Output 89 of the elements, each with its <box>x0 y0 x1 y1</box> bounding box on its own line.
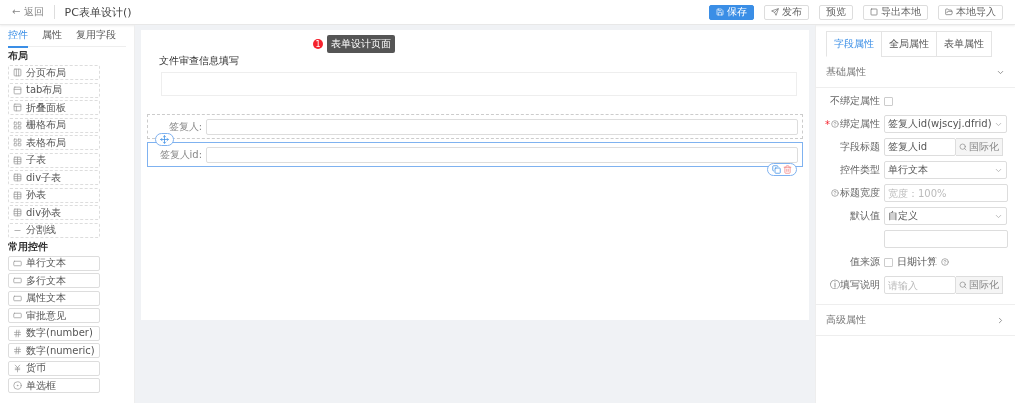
input-field[interactable]: 宽度：100% <box>884 184 1008 202</box>
field-label: 不绑定属性 <box>830 94 880 108</box>
component-item[interactable]: div子表 <box>8 170 100 185</box>
tab-icon <box>13 85 22 95</box>
number-icon <box>13 346 22 355</box>
component-item[interactable]: 审批意见 <box>8 308 100 323</box>
table-icon <box>13 190 22 200</box>
component-item[interactable]: 属性文本 <box>8 290 100 306</box>
send-icon <box>771 8 779 16</box>
tooltip: 表单设计页面 <box>327 35 395 53</box>
field-label: 控件类型 <box>840 163 880 177</box>
component-item[interactable]: 表格布局 <box>8 135 100 150</box>
component-item[interactable]: 数字(number) <box>8 325 100 341</box>
toolbar-button[interactable]: 本地导入 <box>938 4 1003 20</box>
panel-tab[interactable]: 字段属性 <box>826 31 882 57</box>
component-item[interactable]: 多行文本 <box>8 273 100 288</box>
copy-icon[interactable] <box>772 165 781 174</box>
group-title: 常用控件 <box>8 239 49 254</box>
page-title: PC表单设计() <box>64 4 133 20</box>
section-header[interactable]: 基础属性 <box>816 57 1015 88</box>
checkbox[interactable] <box>884 96 893 106</box>
number-icon <box>13 328 22 338</box>
component-item[interactable]: 子表 <box>8 152 100 168</box>
toolbar-button[interactable]: 发布 <box>764 4 809 20</box>
field-label: 签复人id: <box>158 147 202 162</box>
component-item[interactable]: 孙表 <box>8 187 100 203</box>
table-icon <box>13 173 22 182</box>
input-field[interactable] <box>884 230 1008 248</box>
search-icon <box>959 281 967 289</box>
select-field[interactable]: 签复人id(wjscyj.dfrid) <box>884 115 1007 133</box>
panel-tab[interactable]: 属性 <box>42 25 62 48</box>
panel-tab[interactable]: 表单属性 <box>936 31 992 57</box>
section-title: 文件审查信息填写 <box>159 54 240 68</box>
section-header[interactable]: 高级属性 <box>816 305 1015 336</box>
required-mark: * <box>825 118 830 130</box>
field-label: 绑定属性 <box>840 117 880 131</box>
grid-icon <box>13 120 22 130</box>
panel-tab[interactable]: 全局属性 <box>881 31 937 57</box>
search-icon <box>959 143 967 151</box>
field-label: 字段标题 <box>840 140 880 154</box>
yen-icon <box>13 363 22 373</box>
component-item[interactable]: 分页布局 <box>8 65 100 80</box>
checkbox-label: 日期计算 <box>897 255 937 269</box>
select-field[interactable]: 自定义 <box>884 207 1007 225</box>
row-actions[interactable] <box>767 163 797 176</box>
group-title: 布局 <box>8 49 29 63</box>
back-link[interactable]: ← 返回 <box>12 5 55 19</box>
toolbar-button[interactable]: 导出本地 <box>863 4 928 20</box>
grid-icon <box>13 138 22 147</box>
component-item[interactable]: 栅格布局 <box>8 117 100 133</box>
i18n-button[interactable]: 国际化 <box>956 276 1003 294</box>
panel-icon <box>13 103 22 112</box>
select-field[interactable]: 单行文本 <box>884 161 1007 179</box>
component-item[interactable]: 货币 <box>8 360 100 376</box>
square-icon <box>870 8 878 16</box>
i18n-button[interactable]: 国际化 <box>956 138 1003 156</box>
panel-tab[interactable]: 控件 <box>8 25 28 48</box>
checkbox[interactable] <box>884 257 893 267</box>
component-item[interactable]: 单行文本 <box>8 255 100 271</box>
columns-icon <box>13 68 22 77</box>
component-item[interactable]: div孙表 <box>8 205 100 220</box>
input-field[interactable]: 请输入 <box>884 276 956 294</box>
field-label: 标题宽度 <box>840 186 880 200</box>
component-item[interactable]: 分割线 <box>8 222 100 238</box>
form-row[interactable]: 签复人id: <box>147 142 803 167</box>
move-handle[interactable] <box>155 133 174 146</box>
chevron-right-icon <box>996 315 1005 325</box>
table-icon <box>13 208 22 217</box>
panel-tab[interactable]: 复用字段 <box>76 25 116 48</box>
field-label: 值来源 <box>850 255 880 269</box>
input-field[interactable] <box>206 146 798 163</box>
number-badge: 1 <box>313 39 323 49</box>
trash-icon[interactable] <box>783 165 792 174</box>
component-item[interactable]: tab布局 <box>8 82 100 98</box>
input-field[interactable]: 签复人id <box>884 138 956 156</box>
component-item[interactable]: 数字(numeric) <box>8 343 100 358</box>
folder-icon <box>945 8 953 16</box>
toolbar-button[interactable]: 预览 <box>819 4 853 20</box>
radio-icon <box>13 381 22 390</box>
form-row[interactable]: 签复人: <box>147 114 803 139</box>
field-label: 签复人: <box>167 119 202 134</box>
component-item[interactable]: 折叠面板 <box>8 100 100 115</box>
field-label: 默认值 <box>850 209 880 223</box>
save-icon <box>716 8 724 16</box>
table-icon <box>13 155 22 165</box>
move-icon <box>160 135 169 144</box>
field-label: ⓘ填写说明 <box>830 278 880 292</box>
input-field[interactable] <box>206 118 798 135</box>
component-item[interactable]: 单选框 <box>8 378 100 393</box>
